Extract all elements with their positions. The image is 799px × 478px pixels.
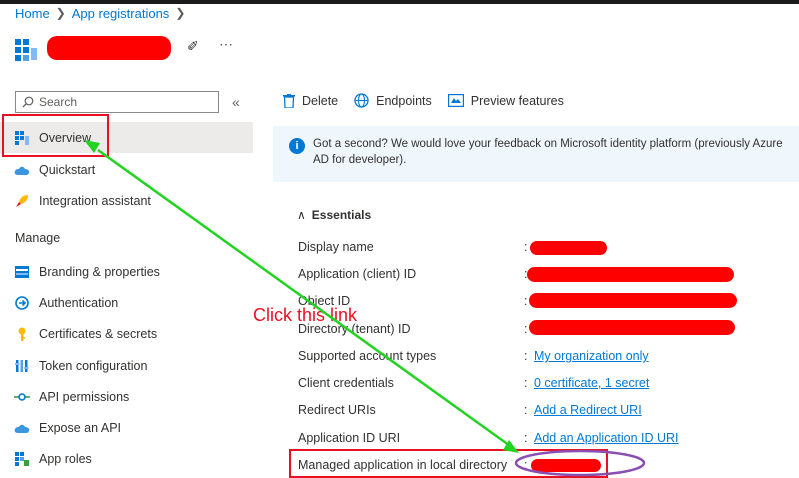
sidebar-item-label: App roles bbox=[39, 451, 92, 466]
breadcrumb-home[interactable]: Home bbox=[15, 6, 50, 21]
authentication-icon bbox=[14, 295, 30, 311]
essentials-toggle[interactable]: ∧ Essentials bbox=[297, 208, 371, 222]
chevron-right-icon: ❯ bbox=[175, 6, 186, 20]
chevron-up-icon: ∧ bbox=[297, 208, 306, 222]
more-icon[interactable]: ⋯ bbox=[219, 36, 234, 53]
redirect-uris-label: Redirect URIs bbox=[298, 403, 376, 417]
preview-features-button[interactable]: Preview features bbox=[447, 93, 564, 108]
app-name-redacted bbox=[47, 36, 171, 60]
sidebar-item-expose-api[interactable]: Expose an API bbox=[0, 412, 253, 443]
breadcrumb-app-registrations[interactable]: App registrations bbox=[72, 6, 170, 21]
branding-icon bbox=[14, 264, 30, 280]
sidebar-item-authentication[interactable]: Authentication bbox=[0, 287, 253, 318]
display-name-label: Display name bbox=[298, 240, 374, 254]
colon: : bbox=[524, 376, 528, 390]
sidebar-item-label: Authentication bbox=[39, 295, 119, 310]
sidebar-item-api-permissions[interactable]: API permissions bbox=[0, 381, 253, 412]
sidebar-item-label: Integration assistant bbox=[39, 193, 151, 208]
delete-label: Delete bbox=[302, 93, 339, 108]
sidebar-item-quickstart[interactable]: Quickstart bbox=[0, 154, 253, 185]
collapse-icon[interactable]: « bbox=[232, 94, 240, 110]
endpoints-button[interactable]: Endpoints bbox=[354, 93, 432, 108]
essentials-title: Essentials bbox=[311, 208, 372, 222]
sidebar-item-label: Branding & properties bbox=[39, 264, 160, 279]
key-icon bbox=[14, 326, 30, 342]
sidebar-item-branding[interactable]: Branding & properties bbox=[0, 256, 253, 287]
sidebar-item-label: Certificates & secrets bbox=[39, 326, 158, 341]
overview-highlight-box bbox=[2, 114, 109, 157]
search-icon bbox=[22, 96, 34, 108]
account-types-link[interactable]: My organization only bbox=[534, 349, 649, 363]
banner-text[interactable]: Got a second? We would love your feedbac… bbox=[313, 136, 791, 182]
trash-icon bbox=[283, 93, 295, 108]
managed-app-highlight-box bbox=[289, 449, 608, 478]
api-permissions-icon bbox=[14, 389, 30, 405]
sidebar-item-label: Expose an API bbox=[39, 420, 122, 435]
object-id-redacted bbox=[529, 293, 737, 308]
client-id-label: Application (client) ID bbox=[298, 267, 417, 281]
search-input[interactable]: Search bbox=[15, 91, 219, 113]
info-icon: i bbox=[289, 138, 305, 154]
pin-icon[interactable]: ✐ bbox=[187, 38, 199, 55]
feedback-banner: i Got a second? We would love your feedb… bbox=[273, 126, 799, 182]
cloud-icon bbox=[14, 420, 30, 436]
colon: : bbox=[524, 349, 528, 363]
colon: : bbox=[524, 403, 528, 417]
sidebar-item-integration-assistant[interactable]: Integration assistant bbox=[0, 185, 253, 216]
redirect-uris-link[interactable]: Add a Redirect URI bbox=[534, 403, 642, 417]
app-roles-icon bbox=[14, 451, 30, 467]
app-registration-icon bbox=[15, 39, 37, 61]
token-icon bbox=[14, 358, 30, 374]
delete-button[interactable]: Delete bbox=[283, 93, 339, 108]
client-credentials-link[interactable]: 0 certificate, 1 secret bbox=[534, 376, 649, 390]
command-bar: Delete Endpoints Preview features bbox=[283, 93, 580, 108]
sidebar-item-label: Token configuration bbox=[39, 358, 148, 373]
colon: : bbox=[524, 431, 528, 445]
breadcrumb: Home ❯ App registrations ❯ bbox=[15, 4, 191, 22]
search-placeholder: Search bbox=[39, 95, 78, 109]
sidebar-item-label: Quickstart bbox=[39, 162, 96, 177]
sidebar-item-certificates[interactable]: Certificates & secrets bbox=[0, 318, 253, 349]
sidebar-item-label: API permissions bbox=[39, 389, 130, 404]
rocket-icon bbox=[14, 193, 30, 209]
account-types-label: Supported account types bbox=[298, 349, 437, 363]
app-id-uri-link[interactable]: Add an Application ID URI bbox=[534, 431, 679, 445]
colon: : bbox=[524, 240, 528, 254]
client-id-redacted bbox=[527, 267, 734, 282]
chevron-right-icon: ❯ bbox=[55, 6, 66, 20]
manage-section-label: Manage bbox=[15, 231, 61, 245]
globe-icon bbox=[354, 93, 369, 108]
preview-features-label: Preview features bbox=[470, 93, 564, 108]
app-id-uri-label: Application ID URI bbox=[298, 431, 401, 445]
cloud-icon bbox=[14, 162, 30, 178]
client-credentials-label: Client credentials bbox=[298, 376, 394, 390]
tenant-id-redacted bbox=[529, 320, 735, 335]
display-name-redacted bbox=[530, 241, 607, 255]
sidebar-item-token-configuration[interactable]: Token configuration bbox=[0, 350, 253, 381]
preview-icon bbox=[447, 94, 464, 107]
sidebar-item-app-roles[interactable]: App roles bbox=[0, 443, 253, 474]
endpoints-label: Endpoints bbox=[376, 93, 432, 108]
colon: : bbox=[524, 322, 528, 336]
colon: : bbox=[524, 294, 528, 308]
annotation-text: Click this link bbox=[253, 305, 358, 325]
